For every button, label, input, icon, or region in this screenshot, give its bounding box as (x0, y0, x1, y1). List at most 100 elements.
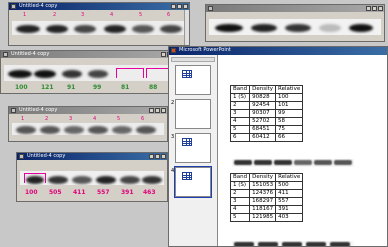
close-button[interactable] (161, 154, 166, 159)
maximize-button[interactable] (155, 154, 160, 159)
density-table-2: Band Density Relative 1 (S) 151053 500 2 12… (229, 173, 304, 222)
gel-image-strip (232, 241, 354, 246)
slide-thumbnail[interactable]: 3 (171, 133, 211, 163)
cell: 6 (229, 133, 251, 142)
minimize-button[interactable] (171, 4, 176, 9)
lane-number: 3 (69, 116, 73, 122)
app-icon (11, 108, 16, 113)
minimize-button[interactable] (149, 154, 154, 159)
cell: 411 (275, 189, 304, 198)
cell: 1 (S) (229, 181, 251, 190)
gel-window-mid-left[interactable]: Untitled-4 copy 100 121 91 99 81 88 (0, 50, 180, 94)
cell: 168297 (249, 197, 277, 206)
window-title: Untitled-4 copy (19, 107, 58, 113)
slide-number: 2 (171, 100, 175, 106)
gel-band (251, 24, 277, 32)
cell: 66 (275, 133, 304, 142)
powerpoint-titlebar[interactable]: Microsoft PowerPoint (169, 47, 387, 55)
gel-band (48, 176, 68, 184)
app-icon (19, 154, 24, 159)
close-button[interactable] (183, 4, 188, 9)
gel-band (8, 70, 32, 78)
powerpoint-window[interactable]: Microsoft PowerPoint 1 2 3 4 Band Densit… (168, 46, 388, 247)
close-button[interactable] (378, 6, 383, 11)
gel-band (34, 70, 56, 78)
pane-toolbar[interactable] (171, 57, 215, 62)
gel-window-top-right[interactable] (205, 4, 385, 42)
table-row: 1 (S) 151053 500 (229, 181, 304, 190)
gel-band (274, 160, 292, 165)
cell: 90828 (249, 93, 277, 102)
gel-band (258, 242, 278, 246)
window-title: Untitled-4 copy (27, 153, 66, 159)
table-row: 2 124376 411 (229, 189, 304, 198)
slide-thumbnail-selected[interactable]: 4 (171, 166, 212, 198)
slide-canvas[interactable]: Band Density Relative 1 (S) 90828 100 2 924… (218, 55, 387, 246)
cell: 124376 (249, 189, 277, 198)
window-title: Untitled-4 copy (19, 3, 58, 9)
gel-window-lower-left[interactable]: Untitled-4 copy 1 2 3 4 5 6 (8, 106, 168, 142)
slide-thumbnail[interactable]: 2 (171, 99, 211, 129)
gel-window-titlebar[interactable]: Untitled-4 copy (17, 153, 167, 160)
table-row: 4 118167 391 (229, 205, 304, 214)
relative-value: 557 (97, 189, 110, 196)
gel-window-top-left[interactable]: Untitled-4 copy 1 2 3 4 5 6 (8, 2, 190, 46)
cell: 2 (229, 189, 251, 198)
lane-number: 6 (141, 116, 145, 122)
slide-number: 3 (171, 134, 175, 140)
cell: 118167 (249, 205, 277, 214)
cell: 4 (229, 205, 251, 214)
relative-value: 81 (121, 84, 130, 91)
cell: 52702 (249, 117, 277, 126)
gel-window-titlebar[interactable]: Untitled-4 copy (1, 51, 179, 58)
gel-window-titlebar[interactable] (206, 5, 384, 12)
gel-band (254, 160, 272, 165)
gel-band (40, 126, 60, 134)
close-button[interactable] (161, 108, 166, 113)
slide-pane[interactable]: 1 2 3 4 (169, 55, 218, 246)
table-header-row: Band Density Relative (229, 85, 304, 94)
minimize-button[interactable] (161, 52, 166, 57)
cell: 92454 (249, 101, 277, 110)
app-icon (3, 52, 8, 57)
lane-number: 5 (139, 12, 143, 18)
minimize-button[interactable] (149, 108, 154, 113)
gel-band (160, 25, 182, 33)
maximize-button[interactable] (372, 6, 377, 11)
maximize-button[interactable] (155, 108, 160, 113)
app-icon (208, 6, 213, 11)
table-row: 5 68451 75 (229, 125, 304, 134)
gel-band (72, 176, 92, 184)
cell: 5 (229, 125, 251, 134)
minimize-button[interactable] (366, 6, 371, 11)
cell: 60412 (249, 133, 277, 142)
relative-value: 99 (93, 84, 102, 91)
relative-value: 463 (143, 189, 156, 196)
slide-thumbnail[interactable]: 1 (175, 65, 211, 95)
gel-band (319, 24, 341, 32)
slide-number: 4 (171, 168, 175, 174)
gel-image (209, 19, 381, 35)
lane-number: 4 (110, 12, 114, 18)
gel-band (132, 25, 154, 33)
gel-band (330, 242, 350, 246)
vertical-scrollbar[interactable] (184, 10, 189, 45)
maximize-button[interactable] (177, 4, 182, 9)
gel-band (96, 176, 116, 184)
gel-band (334, 160, 352, 165)
gel-image-strip (232, 159, 354, 167)
gel-band (46, 25, 68, 33)
cell: 500 (275, 181, 304, 190)
gel-band (282, 242, 302, 246)
cell: 4 (229, 117, 251, 126)
gel-window-titlebar[interactable]: Untitled-4 copy (9, 3, 189, 10)
gel-window-titlebar[interactable]: Untitled-4 copy (9, 107, 167, 114)
cell: 391 (275, 205, 304, 214)
gel-band (294, 160, 312, 165)
gel-band (64, 126, 84, 134)
gel-band (306, 242, 326, 246)
relative-value: 505 (49, 189, 62, 196)
cell: 101 (275, 101, 304, 110)
gel-image (4, 65, 176, 81)
gel-window-bottom-left[interactable]: Untitled-4 copy 100 505 411 557 391 463 (16, 152, 168, 202)
